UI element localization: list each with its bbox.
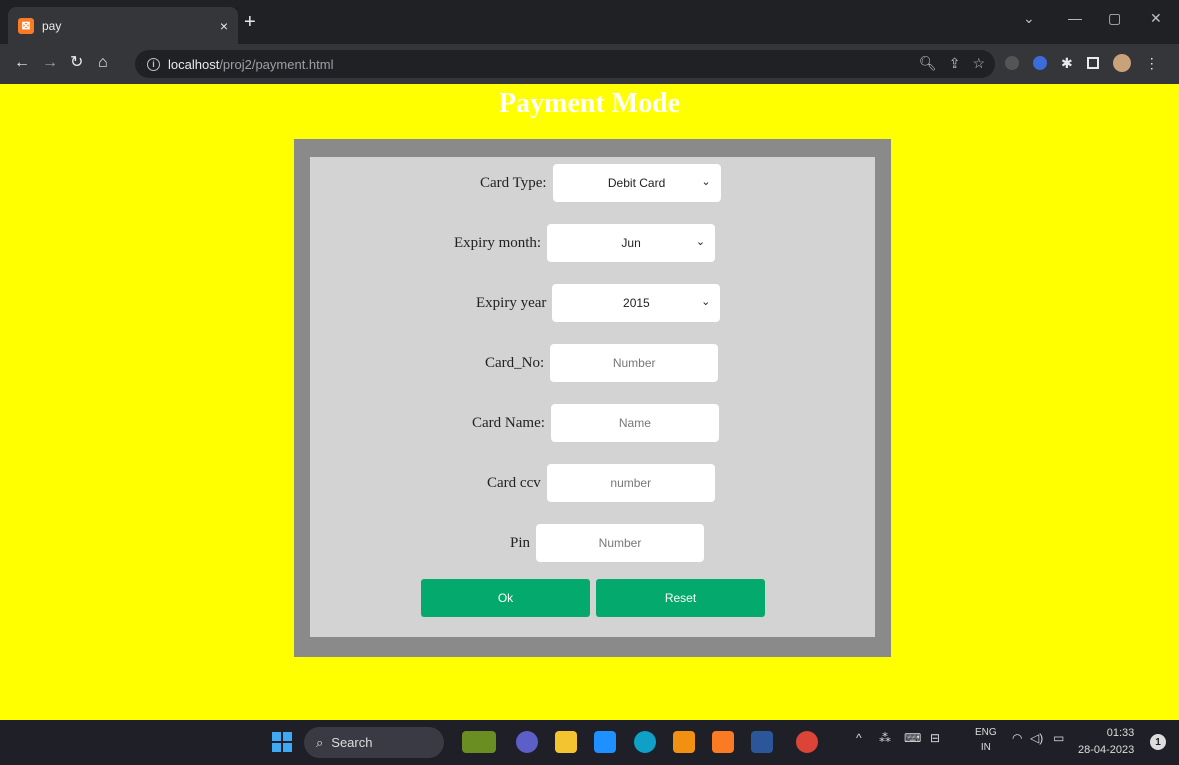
url-host: localhost — [168, 56, 220, 72]
chrome-icon[interactable] — [796, 731, 818, 753]
new-tab-button[interactable]: + — [244, 12, 256, 32]
mail-icon[interactable] — [594, 731, 616, 753]
show-hidden-icons-icon[interactable]: ^ — [856, 731, 862, 745]
restore-icon[interactable]: ▢ — [1108, 10, 1121, 27]
card-name-row: Card Name: — [472, 404, 719, 442]
forward-icon[interactable]: → — [42, 54, 58, 72]
chevron-down-icon: ⌄ — [701, 176, 711, 188]
notification-badge[interactable]: 1 — [1150, 734, 1166, 750]
reload-icon[interactable]: ↻ — [70, 54, 83, 72]
card-type-select[interactable]: Debit Card ⌄ — [552, 164, 721, 202]
edge-browser-icon[interactable] — [634, 731, 656, 753]
home-icon[interactable]: ⌂ — [98, 54, 108, 72]
url-path: /proj2/payment.html — [219, 56, 334, 72]
browser-toolbar: ← → ↻ ⌂ i localhost/proj2/payment.html 🔍… — [0, 44, 1179, 84]
bookmark-star-icon[interactable]: ☆ — [972, 55, 985, 72]
expiry-month-row: Expiry month: Jun ⌄ — [454, 224, 716, 262]
windows-start-icon[interactable] — [272, 732, 292, 752]
chevron-down-icon: ⌄ — [701, 296, 711, 308]
battery-icon[interactable]: ▭ — [1053, 731, 1064, 745]
chevron-down-icon: ⌄ — [695, 236, 706, 248]
wifi-icon[interactable]: ◠ — [1012, 731, 1022, 745]
tray-app-icon[interactable]: ⁂ — [879, 731, 891, 745]
side-panel-icon[interactable] — [1086, 57, 1099, 69]
profile-avatar[interactable] — [1112, 54, 1131, 72]
browser-tab-strip: ⊠ pay × + ⌄ — ▢ ✕ — [0, 0, 1179, 44]
tab-close-icon[interactable]: × — [220, 18, 228, 34]
page-title: Payment Mode — [498, 88, 681, 119]
extension-icon[interactable] — [1005, 56, 1019, 70]
address-bar[interactable]: i localhost/proj2/payment.html 🔍︎ ⇪ ☆ — [135, 50, 995, 78]
file-explorer-icon[interactable] — [555, 731, 577, 753]
pin-label: Pin — [510, 534, 531, 551]
zoom-icon[interactable]: 🔍︎ — [919, 55, 937, 72]
payment-form: Card Type: Debit Card ⌄ Expiry month: Ju… — [310, 157, 875, 637]
menu-kebab-icon[interactable]: ⋮ — [1145, 55, 1159, 72]
expiry-year-row: Expiry year 2015 ⌄ — [476, 284, 721, 322]
card-no-row: Card_No: — [485, 344, 719, 382]
xampp-favicon-icon: ⊠ — [18, 17, 34, 34]
tray-display-icon[interactable]: ⊟ — [930, 731, 940, 745]
expiry-year-label: Expiry year — [476, 294, 547, 311]
extensions-puzzle-icon[interactable]: ✱ — [1061, 55, 1073, 72]
tab-title: pay — [42, 18, 62, 33]
card-name-input[interactable] — [550, 404, 719, 442]
card-ccv-row: Card ccv — [487, 464, 715, 502]
card-no-label: Card_No: — [485, 354, 545, 371]
card-ccv-input[interactable] — [546, 464, 715, 502]
pin-row: Pin — [510, 524, 705, 562]
word-icon[interactable] — [751, 731, 773, 753]
ok-button[interactable]: Ok — [421, 579, 590, 617]
card-no-input[interactable] — [550, 344, 719, 382]
pin-input[interactable] — [536, 524, 705, 562]
payment-form-frame: Card Type: Debit Card ⌄ Expiry month: Ju… — [294, 139, 891, 657]
expiry-year-select[interactable]: 2015 ⌄ — [552, 284, 721, 322]
share-icon[interactable]: ⇪ — [949, 55, 961, 72]
expiry-month-select[interactable]: Jun ⌄ — [547, 224, 716, 262]
page-viewport: Payment Mode Card Type: Debit Card ⌄ Exp… — [0, 84, 1179, 720]
reset-button[interactable]: Reset — [596, 579, 765, 617]
input-language-indicator[interactable]: ENG IN — [975, 725, 997, 755]
browser-tab[interactable]: ⊠ pay × — [8, 7, 238, 44]
site-info-icon[interactable]: i — [147, 57, 160, 71]
card-name-label: Card Name: — [472, 414, 545, 431]
widgets-icon[interactable] — [462, 731, 496, 753]
volume-icon[interactable]: ◁) — [1030, 731, 1043, 745]
search-icon: ⌕ — [316, 734, 324, 750]
taskbar-search[interactable]: ⌕ Search — [304, 727, 444, 758]
card-type-label: Card Type: — [480, 174, 547, 191]
windows-taskbar: ⌕ Search ^ ⁂ ⌨ ⊟ ENG IN ◠ ◁) ▭ 01:33 28-… — [0, 720, 1179, 765]
window-close-icon[interactable]: ✕ — [1150, 10, 1162, 27]
keyboard-icon[interactable]: ⌨ — [904, 731, 921, 745]
xampp-icon[interactable] — [712, 731, 734, 753]
taskbar-clock[interactable]: 01:33 28-04-2023 — [1078, 725, 1134, 759]
card-ccv-label: Card ccv — [487, 474, 541, 491]
extension-icon[interactable] — [1033, 56, 1047, 70]
sublime-text-icon[interactable] — [673, 731, 695, 753]
minimize-icon[interactable]: — — [1068, 10, 1082, 26]
teams-chat-icon[interactable] — [516, 731, 538, 753]
back-icon[interactable]: ← — [14, 54, 30, 72]
card-type-row: Card Type: Debit Card ⌄ — [480, 164, 721, 202]
tab-search-icon[interactable]: ⌄ — [1023, 10, 1035, 27]
expiry-month-label: Expiry month: — [454, 234, 542, 251]
